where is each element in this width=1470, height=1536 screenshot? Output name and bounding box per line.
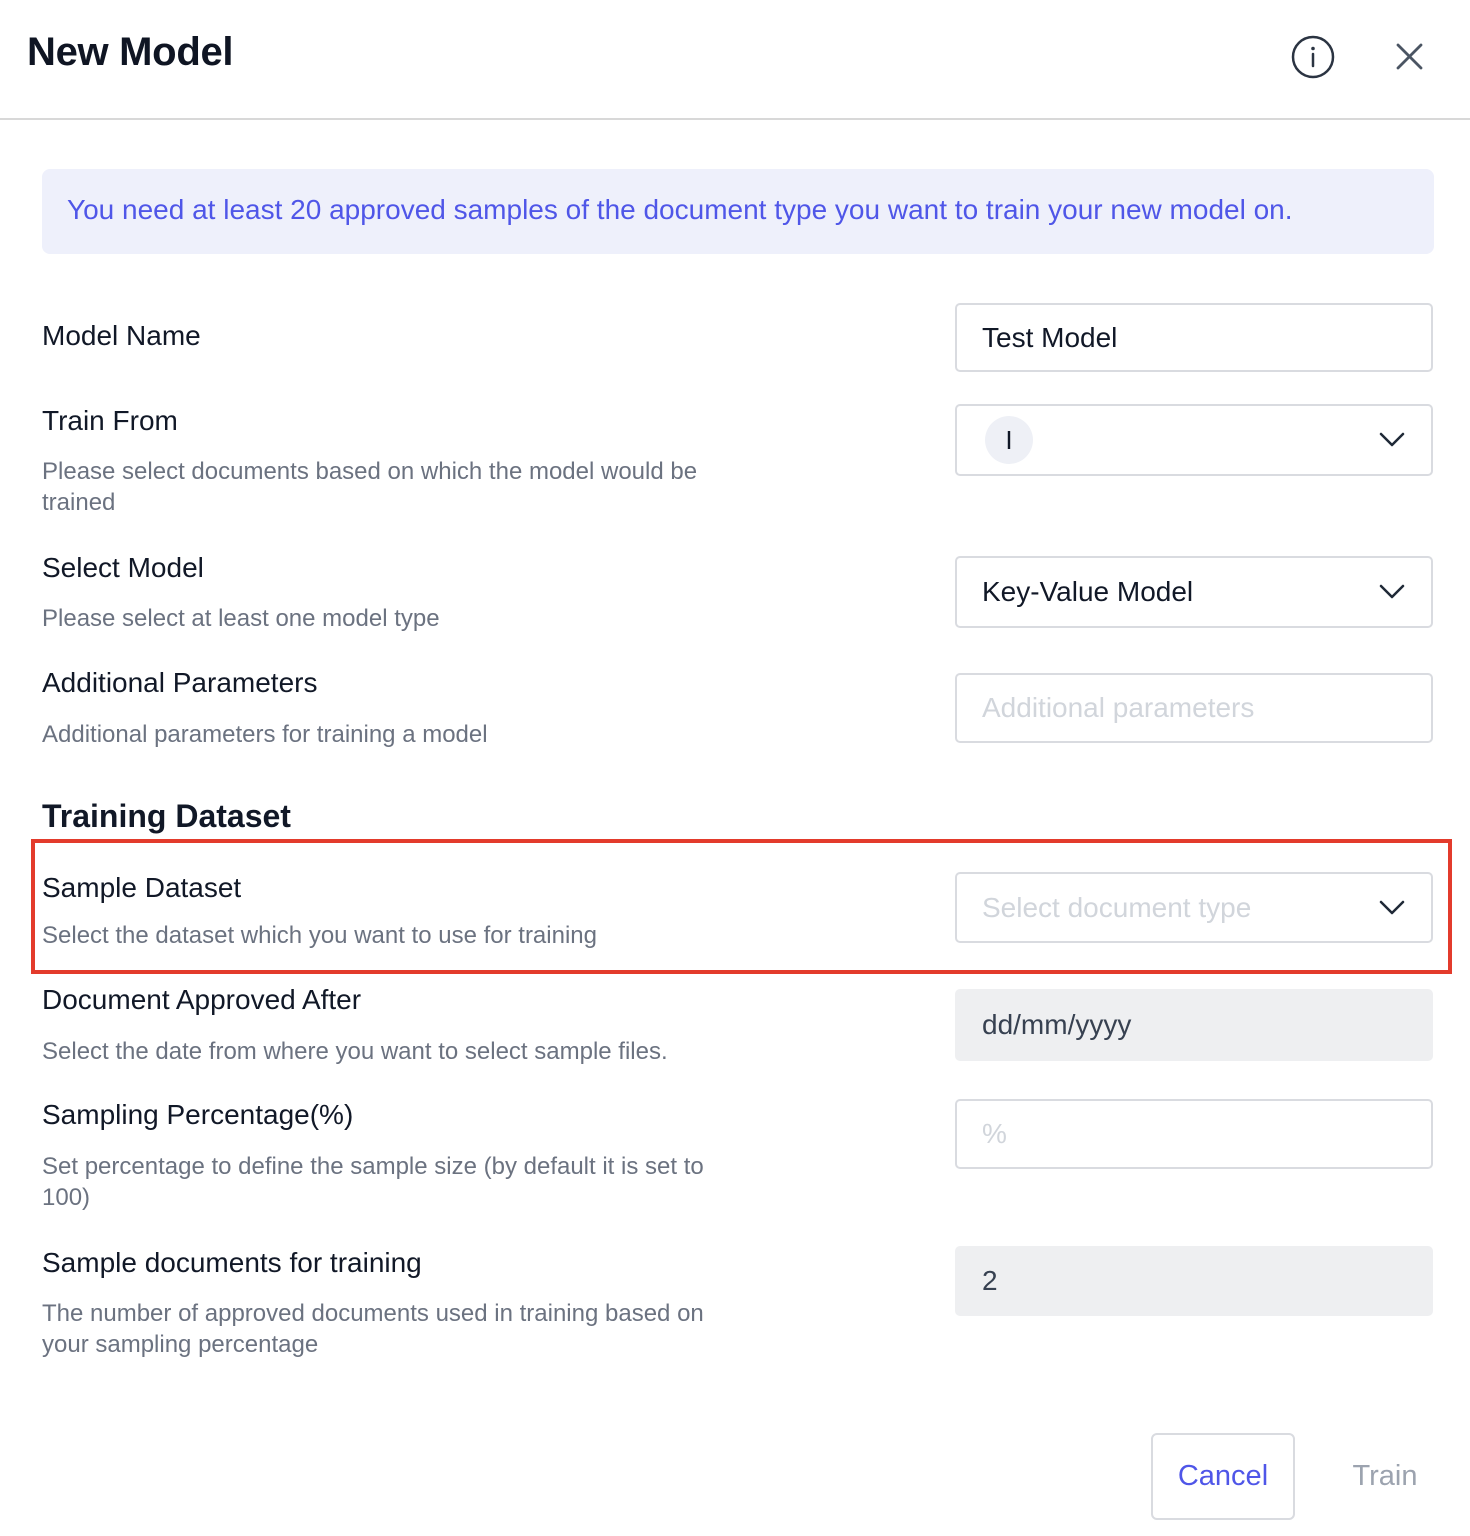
train-from-select[interactable]: I (955, 404, 1433, 476)
select-model-label: Select Model (42, 552, 204, 583)
sample-documents-help: The number of approved documents used in… (42, 1300, 704, 1358)
sample-dataset-label: Sample Dataset (42, 872, 242, 903)
sampling-percentage-placeholder: % (982, 1118, 1007, 1149)
select-model-help: Please select at least one model type (42, 605, 440, 632)
sample-dataset-placeholder: Select document type (982, 891, 1252, 923)
document-approved-after-date-input[interactable]: dd/mm/yyyy (955, 989, 1433, 1061)
sampling-percentage-help: Set percentage to define the sample size… (42, 1153, 704, 1211)
chevron-down-icon (1379, 900, 1405, 914)
sample-documents-label: Sample documents for training (42, 1247, 422, 1278)
sample-dataset-help: Select the dataset which you want to use… (42, 922, 597, 949)
sample-dataset-select[interactable]: Select document type (955, 872, 1433, 943)
sampling-percentage-label: Sampling Percentage(%) (42, 1099, 354, 1130)
info-icon[interactable] (1290, 34, 1336, 80)
sample-documents-count: 2 (955, 1246, 1433, 1316)
train-button[interactable]: Train (1330, 1433, 1440, 1520)
additional-parameters-placeholder: Additional parameters (982, 692, 1255, 723)
model-name-value: Test Model (982, 321, 1118, 353)
dialog-header: New Model (0, 0, 1470, 120)
additional-parameters-label: Additional Parameters (42, 667, 318, 698)
dialog-title: New Model (27, 30, 234, 74)
training-dataset-heading: Training Dataset (42, 798, 291, 834)
model-name-label: Model Name (42, 320, 201, 351)
chevron-down-icon (1379, 584, 1405, 599)
sample-documents-value: 2 (982, 1265, 998, 1296)
additional-parameters-help: Additional parameters for training a mod… (42, 721, 488, 748)
select-model-value: Key-Value Model (982, 576, 1194, 607)
date-value: dd/mm/yyyy (982, 1009, 1132, 1040)
chevron-down-icon (1379, 432, 1405, 447)
sampling-percentage-input[interactable]: % (955, 1099, 1433, 1169)
close-icon[interactable] (1390, 38, 1430, 78)
document-approved-after-label: Document Approved After (42, 984, 362, 1015)
train-from-label: Train From (42, 405, 178, 436)
model-name-input[interactable]: Test Model (955, 303, 1433, 372)
info-banner: You need at least 20 approved samples of… (42, 169, 1434, 254)
additional-parameters-input[interactable]: Additional parameters (955, 673, 1433, 743)
info-banner-text: You need at least 20 approved samples of… (67, 194, 1293, 225)
cancel-button[interactable]: Cancel (1151, 1433, 1295, 1520)
train-from-avatar: I (985, 416, 1033, 464)
train-from-help: Please select documents based on which t… (42, 458, 698, 516)
document-approved-after-help: Select the date from where you want to s… (42, 1038, 668, 1065)
select-model-dropdown[interactable]: Key-Value Model (955, 556, 1433, 628)
